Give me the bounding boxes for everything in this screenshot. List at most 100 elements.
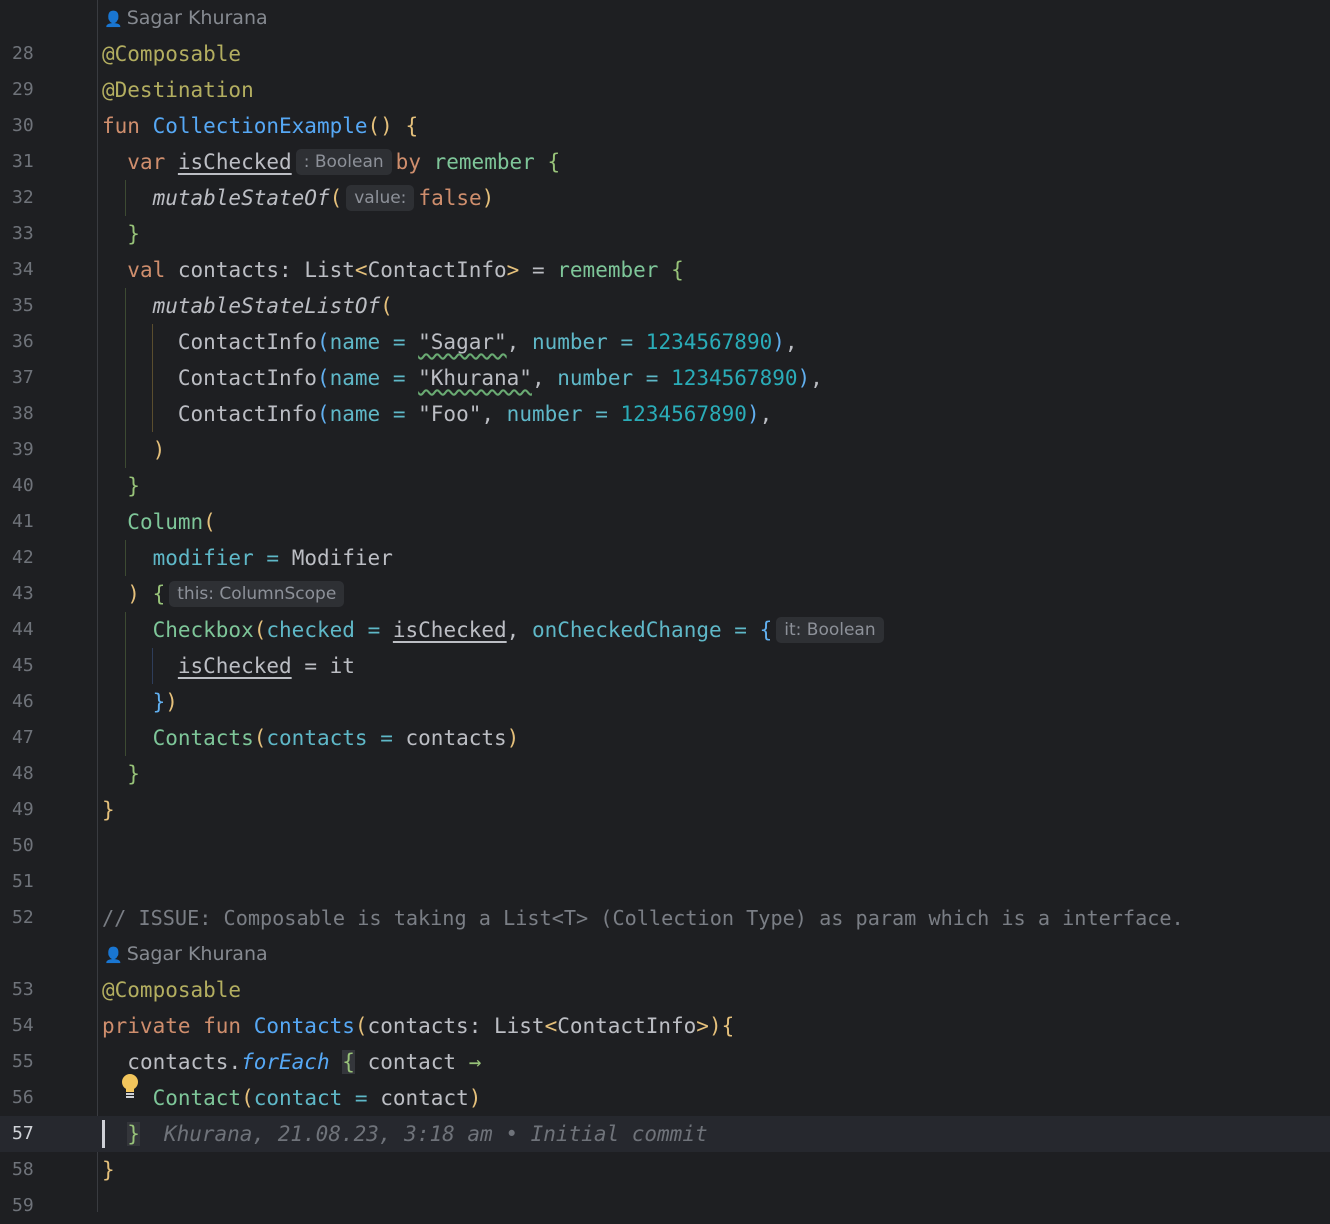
line-number: 32 (12, 187, 34, 208)
code-text: @Destination (102, 78, 254, 102)
code-line[interactable]: 28 @Composable (0, 36, 1330, 72)
code-line[interactable]: 51 (0, 864, 1330, 900)
line-number: 52 (12, 907, 34, 928)
code-text: }) (152, 690, 178, 714)
code-text: modifier = Modifier (152, 546, 393, 570)
type-hint: : Boolean (295, 149, 392, 175)
code-line[interactable]: 42 modifier = Modifier (0, 540, 1330, 576)
line-number: 57 (12, 1123, 34, 1144)
code-line[interactable]: 38 ContactInfo(name = "Foo", number = 12… (0, 396, 1330, 432)
code-author-hint[interactable]: 👤 Sagar Khurana (104, 0, 268, 36)
code-line[interactable]: 34 val contacts: List<ContactInfo> = rem… (0, 252, 1330, 288)
code-text: ContactInfo(name = "Khurana", number = 1… (177, 366, 823, 390)
code-line[interactable]: 44 Checkbox(checked = isChecked, onCheck… (0, 612, 1330, 648)
code-text: ContactInfo(name = "Foo", number = 12345… (177, 402, 773, 426)
line-number: 39 (12, 439, 34, 460)
code-text: isChecked = it (177, 654, 355, 678)
code-text: Column( (127, 510, 216, 534)
code-text: val contacts: List<ContactInfo> = rememb… (127, 258, 684, 282)
code-line[interactable]: 47 Contacts(contacts = contacts) (0, 720, 1330, 756)
line-number: 53 (12, 979, 34, 1000)
code-line[interactable]: 46 }) (0, 684, 1330, 720)
code-text: @Composable (102, 978, 242, 1002)
line-number: 42 (12, 547, 34, 568)
code-line[interactable]: 48 } (0, 756, 1330, 792)
line-number: 43 (12, 583, 34, 604)
line-number: 28 (12, 43, 34, 64)
author-name: Sagar Khurana (126, 7, 268, 29)
code-line[interactable]: 40 } (0, 468, 1330, 504)
line-number: 35 (12, 295, 34, 316)
code-line-current[interactable]: 57 } Khurana, 21.08.23, 3:18 am • Initial… (0, 1116, 1330, 1152)
code-line[interactable]: 35 mutableStateListOf( (0, 288, 1330, 324)
code-line[interactable]: 50 (0, 828, 1330, 864)
line-number: 48 (12, 763, 34, 784)
code-text: mutableStateListOf( (152, 294, 393, 318)
code-line[interactable]: 49 } (0, 792, 1330, 828)
code-text: } (127, 762, 140, 786)
code-text: } (127, 222, 140, 246)
code-author-hint[interactable]: 👤 Sagar Khurana (104, 936, 268, 972)
code-text: ContactInfo(name = "Sagar", number = 123… (177, 330, 798, 354)
line-number: 33 (12, 223, 34, 244)
line-number: 56 (12, 1087, 34, 1108)
code-line[interactable]: 32 mutableStateOf(value: false) (0, 180, 1330, 216)
person-icon: 👤 (104, 946, 123, 964)
line-number: 38 (12, 403, 34, 424)
author-name: Sagar Khurana (126, 943, 268, 965)
code-text: mutableStateOf(value: false) (152, 185, 495, 211)
code-line[interactable]: 58 } (0, 1152, 1330, 1188)
code-text: // ISSUE: Composable is taking a List<T>… (102, 906, 1184, 930)
line-number: 50 (12, 835, 34, 856)
code-line[interactable]: 31 var isChecked: Boolean by remember { (0, 144, 1330, 180)
line-number: 44 (12, 619, 34, 640)
lightbulb-icon[interactable] (119, 1072, 141, 1102)
line-number: 31 (12, 151, 34, 172)
parameter-hint: value: (346, 185, 415, 211)
lambda-param-hint: it: Boolean (776, 617, 884, 643)
code-text: private fun Contacts(contacts: List<Cont… (102, 1014, 735, 1038)
line-number: 54 (12, 1015, 34, 1036)
code-text: contacts.forEach { contact → (127, 1050, 482, 1074)
code-text: Contact(contact = contact) (152, 1086, 482, 1110)
code-text: ) (152, 438, 166, 462)
code-line[interactable]: 45 isChecked = it (0, 648, 1330, 684)
person-icon: 👤 (104, 10, 123, 28)
line-number: 49 (12, 799, 34, 820)
code-line[interactable]: 43 ) {this: ColumnScope (0, 576, 1330, 612)
code-line[interactable]: 33 } (0, 216, 1330, 252)
code-text: } (127, 474, 140, 498)
code-text: fun CollectionExample() { (102, 114, 419, 138)
line-number: 46 (12, 691, 34, 712)
code-line[interactable]: 53 @Composable (0, 972, 1330, 1008)
code-text: Contacts(contacts = contacts) (152, 726, 520, 750)
code-line[interactable]: 56 Contact(contact = contact) (0, 1080, 1330, 1116)
inline-blame: Khurana, 21.08.23, 3:18 am • Initial com… (163, 1122, 708, 1146)
line-number: 45 (12, 655, 34, 676)
line-number: 51 (12, 871, 34, 892)
code-line[interactable]: 36 ContactInfo(name = "Sagar", number = … (0, 324, 1330, 360)
code-line[interactable]: 29 @Destination (0, 72, 1330, 108)
code-text: } Khurana, 21.08.23, 3:18 am • Initial co… (127, 1122, 708, 1146)
scope-hint: this: ColumnScope (169, 581, 345, 607)
code-line[interactable]: 55 contacts.forEach { contact → (0, 1044, 1330, 1080)
code-line[interactable]: 30 fun CollectionExample() { (0, 108, 1330, 144)
code-text: } (102, 1158, 115, 1182)
code-text: Checkbox(checked = isChecked, onCheckedC… (102, 612, 888, 648)
line-number: 30 (12, 115, 34, 136)
line-number: 41 (12, 511, 34, 532)
code-line[interactable]: 59 (0, 1188, 1330, 1224)
code-line[interactable]: 52 // ISSUE: Composable is taking a List… (0, 900, 1330, 936)
code-text: } (102, 798, 115, 822)
line-number: 40 (12, 475, 34, 496)
line-number: 47 (12, 727, 34, 748)
line-number: 58 (12, 1159, 34, 1180)
code-text: var isChecked: Boolean by remember { (127, 149, 561, 175)
code-line[interactable]: 54 private fun Contacts(contacts: List<C… (0, 1008, 1330, 1044)
code-text: ) {this: ColumnScope (102, 576, 348, 612)
code-line[interactable]: 37 ContactInfo(name = "Khurana", number … (0, 360, 1330, 396)
line-number: 59 (12, 1195, 34, 1216)
code-line[interactable]: 41 Column( (0, 504, 1330, 540)
line-number: 37 (12, 367, 34, 388)
code-line[interactable]: 39 ) (0, 432, 1330, 468)
